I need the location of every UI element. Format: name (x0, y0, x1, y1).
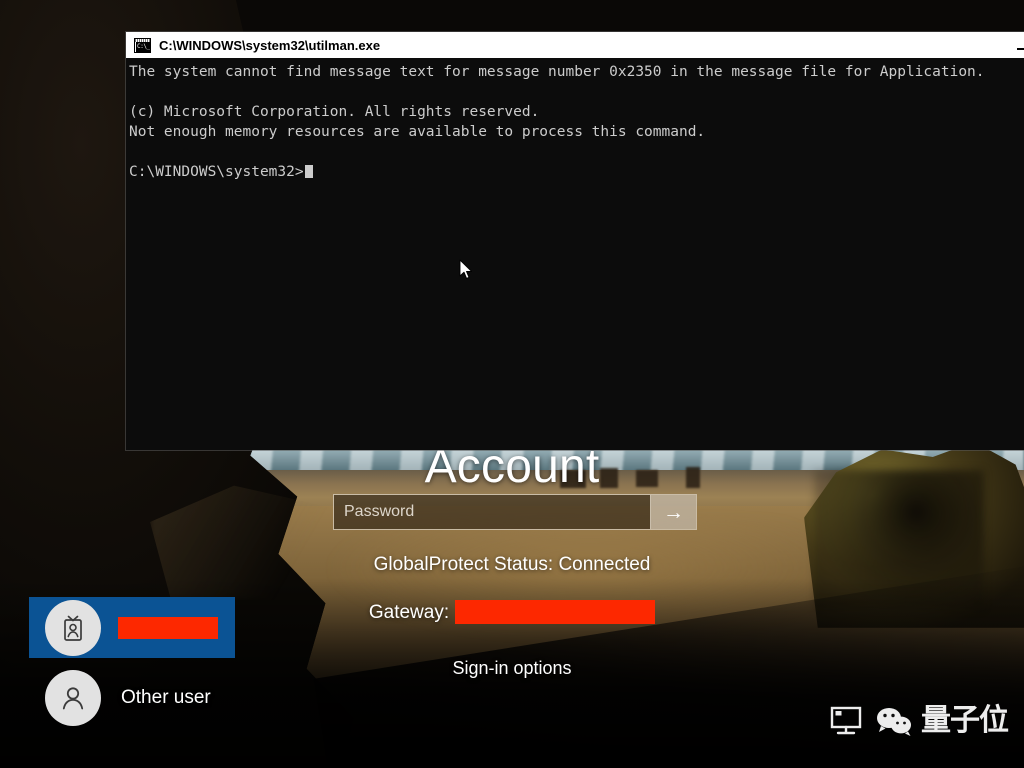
minimize-button[interactable] (1000, 32, 1024, 58)
watermark-text: 量子位 (921, 703, 1009, 738)
id-badge-icon (64, 615, 82, 641)
console-output-text: The system cannot find message text for … (129, 64, 985, 180)
screen-root: Account → GlobalProtect Status: Connecte… (0, 0, 1024, 768)
wechat-icon (877, 708, 911, 736)
console-caret (304, 165, 313, 178)
user-tile-other-user[interactable]: Other user (29, 668, 279, 728)
person-icon (62, 687, 84, 710)
gateway-value-redaction (455, 600, 656, 624)
user-name-redaction (118, 616, 218, 639)
avatar (45, 599, 101, 656)
console-output-area[interactable]: The system cannot find message text for … (126, 58, 1024, 450)
password-input[interactable] (334, 495, 650, 529)
avatar (45, 670, 101, 726)
monitor-icon (830, 706, 862, 735)
cmd-icon (134, 37, 151, 53)
watermark: 量子位 (829, 703, 1009, 738)
gateway-label: Gateway: (368, 602, 450, 624)
password-submit-arrow-icon[interactable]: → (650, 495, 696, 529)
minimize-icon (1016, 48, 1024, 50)
password-field-row: → (333, 494, 697, 530)
user-name-label: Other user (121, 687, 211, 708)
console-titlebar[interactable]: C:\WINDOWS\system32\utilman.exe (126, 32, 1024, 58)
console-window[interactable]: C:\WINDOWS\system32\utilman.exe The syst… (126, 32, 1024, 450)
globalprotect-status: GlobalProtect Status: Connected (373, 554, 651, 575)
user-tile-selected[interactable] (29, 597, 235, 658)
console-title: C:\WINDOWS\system32\utilman.exe (159, 37, 381, 53)
